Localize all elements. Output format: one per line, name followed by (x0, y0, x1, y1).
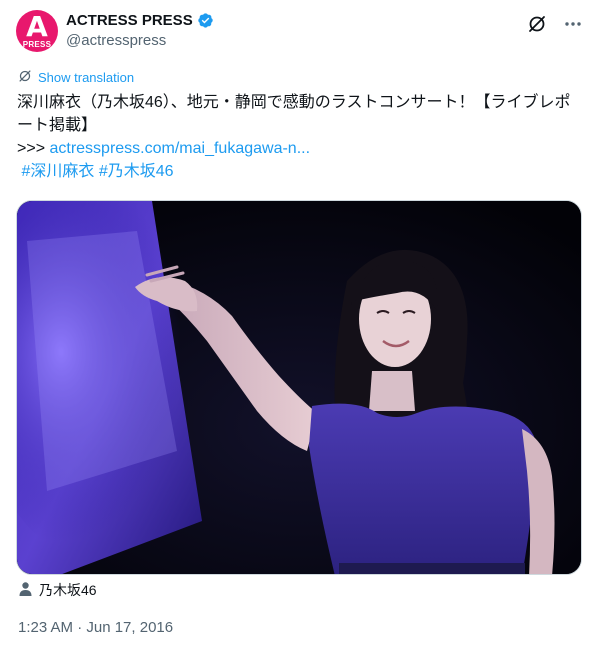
header-actions (526, 13, 584, 35)
tweet-link-line: >>> actresspress.com/mai_fukagawa-n... (17, 137, 583, 160)
avatar[interactable]: A PRESS (16, 10, 58, 52)
tagged-users[interactable]: 乃木坂46 (18, 580, 97, 600)
link-prefix: >>> (17, 140, 50, 157)
name-row: ACTRESS PRESS (66, 12, 214, 29)
person-icon (18, 581, 33, 600)
avatar-letter: A (26, 10, 48, 43)
verified-badge-icon[interactable] (197, 12, 214, 29)
tweet-text: 深川麻衣（乃木坂46）、地元・静岡で感動のラストコンサート！【ライブレポート掲載… (17, 91, 583, 183)
translate-icon (18, 69, 32, 86)
tagged-label: 乃木坂46 (39, 582, 97, 598)
hashtag-line: #深川麻衣 #乃木坂46 (17, 160, 583, 183)
more-dots-icon[interactable] (562, 13, 584, 35)
hashtag-nogizaka[interactable]: #乃木坂46 (99, 163, 174, 180)
author-names: ACTRESS PRESS @actresspress (66, 12, 214, 49)
show-translation-label: Show translation (38, 70, 135, 85)
tweet-photo[interactable] (16, 200, 582, 575)
avatar-subtext: PRESS (22, 40, 52, 49)
tweet-main-text: 深川麻衣（乃木坂46）、地元・静岡で感動のラストコンサート！【ライブレポート掲載… (17, 94, 571, 134)
show-translation-link[interactable]: Show translation (18, 69, 134, 86)
display-name[interactable]: ACTRESS PRESS (66, 12, 193, 29)
concert-photo-illustration (17, 201, 581, 574)
grok-slash-icon[interactable] (526, 13, 548, 35)
tweet-timestamp[interactable]: 1:23 AM · Jun 17, 2016 (18, 619, 173, 636)
article-link[interactable]: actresspress.com/mai_fukagawa-n... (49, 140, 310, 157)
hashtag-fukagawa[interactable]: #深川麻衣 (21, 163, 94, 180)
author-handle[interactable]: @actresspress (66, 32, 214, 49)
tweet-header: A PRESS ACTRESS PRESS @actresspress (16, 10, 584, 56)
